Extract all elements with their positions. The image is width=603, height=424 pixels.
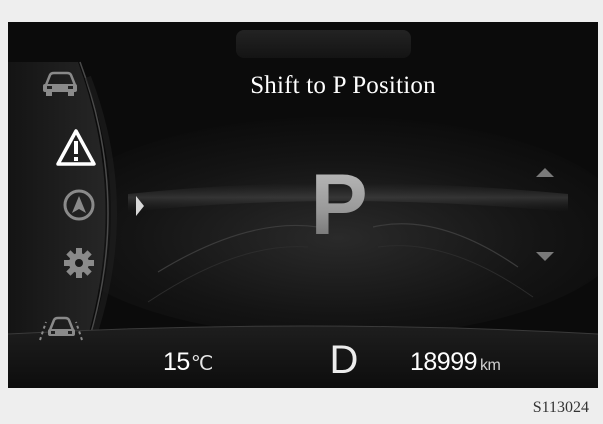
menu-pointer-icon — [136, 196, 144, 216]
settings-icon[interactable] — [62, 246, 96, 280]
warning-icon[interactable] — [55, 128, 97, 168]
current-gear-indicator: P — [304, 162, 374, 248]
car-icon[interactable] — [40, 69, 80, 99]
sidebar-menu — [8, 22, 128, 388]
figure-code: S113024 — [532, 399, 589, 416]
chevron-up-icon[interactable] — [534, 165, 556, 179]
odometer-unit: km — [480, 357, 501, 374]
shift-warning-message: Shift to P Position — [250, 72, 436, 99]
odometer-value: 18999 — [410, 348, 478, 376]
driver-assist-icon[interactable] — [36, 312, 86, 342]
outside-temperature: 15℃ — [163, 348, 213, 377]
temperature-unit: ℃ — [190, 353, 213, 375]
page: Shift to P Position P 15℃ D 18999 km S11… — [0, 0, 603, 424]
odometer: 18999 km — [410, 348, 501, 377]
navigation-icon[interactable] — [62, 188, 96, 222]
temperature-value: 15 — [163, 348, 190, 376]
top-indicator-panel — [236, 30, 411, 58]
gear-position-indicator: D — [329, 338, 359, 382]
instrument-cluster-display: Shift to P Position P 15℃ D 18999 km — [8, 22, 598, 388]
chevron-down-icon[interactable] — [534, 250, 556, 264]
